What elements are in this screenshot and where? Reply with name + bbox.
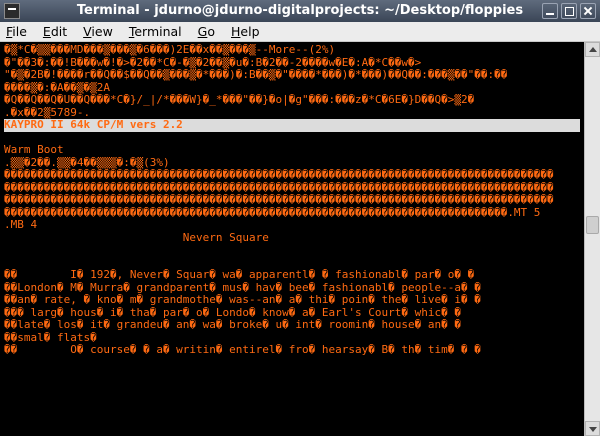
terminal-line: �Q��Q��Q�U��Q���*C�}/_|/*���W}�_*���"��}…	[4, 94, 475, 106]
terminal-window: Terminal - jdurno@jdurno-digitalprojects…	[0, 0, 600, 436]
close-icon[interactable]	[580, 3, 596, 19]
menu-view[interactable]: View	[81, 23, 115, 40]
menu-help[interactable]: Help	[229, 23, 262, 40]
scroll-up-arrow-icon[interactable]	[585, 42, 600, 57]
terminal-line: Warm Boot	[4, 144, 64, 156]
window-controls	[542, 3, 596, 19]
menu-terminal[interactable]: Terminal	[127, 23, 184, 40]
terminal-line: .▒▒�2��.▒▒�4��▒▒▒�:�▒(3%)	[4, 156, 170, 169]
terminal-line: ����������������������������������������…	[4, 194, 554, 206]
terminal-line: �� O� course� � a� writin� entirel� fro�…	[4, 344, 481, 356]
scroll-down-arrow-icon[interactable]	[585, 421, 600, 436]
minimize-icon[interactable]	[542, 3, 558, 19]
terminal-line: ����������������������������������������…	[4, 169, 554, 181]
scrollbar-thumb[interactable]	[586, 216, 599, 235]
terminal-line: .MB 4	[4, 219, 38, 231]
terminal-line: ��an� rate, � kno� m� grandmothe� was--a…	[4, 294, 481, 306]
menu-file[interactable]: File	[4, 23, 29, 40]
title-bar[interactable]: Terminal - jdurno@jdurno-digitalprojects…	[0, 0, 600, 22]
maximize-icon[interactable]	[561, 3, 577, 19]
terminal-line: ��smal� flats�	[4, 331, 97, 344]
terminal-banner-line: KAYPRO II 64k CP/M vers 2.2	[4, 119, 580, 132]
vertical-scrollbar[interactable]	[584, 42, 600, 436]
terminal-line: "�▒�2B�!����r��Q��$��Q��▒���▒�*���)�:B��…	[4, 69, 508, 81]
terminal-line: ����▒�:�A��▒�▒2A	[4, 81, 110, 94]
terminal-line: ��� larg� hous� i� tha� par� o� Londo� k…	[4, 306, 461, 319]
menu-go[interactable]: Go	[196, 23, 217, 40]
terminal-line: ��late� los� it� grandeu� an� wa� broke�…	[4, 319, 461, 331]
terminal-line: ����������������������������������������…	[4, 206, 541, 219]
terminal-output[interactable]: �▒*C�▒▒���MD���▒���▒�6���)2E��x��▒���▒--…	[0, 42, 584, 436]
menu-bar: File Edit View Terminal Go Help	[0, 22, 600, 42]
terminal-line: Nevern Square	[4, 231, 269, 244]
terminal-line: ��London� M� Murra� grandparent� mus� ha…	[4, 281, 481, 294]
terminal-line: �▒*C�▒▒���MD���▒���▒�6���)2E��x��▒���▒--…	[4, 44, 336, 56]
menu-edit[interactable]: Edit	[41, 23, 69, 40]
terminal-line: .�x��2▒5789-.	[4, 106, 91, 119]
terminal-line: �"��3�:��!B���w�!�>�2��*C�-�▒�2��▒�u�:B�…	[4, 56, 422, 69]
terminal-line: ����������������������������������������…	[4, 181, 554, 194]
window-title: Terminal - jdurno@jdurno-digitalprojects…	[76, 3, 524, 18]
terminal-line: �� I� 192�, Never� Squar� wa� apparentl�…	[4, 269, 475, 281]
